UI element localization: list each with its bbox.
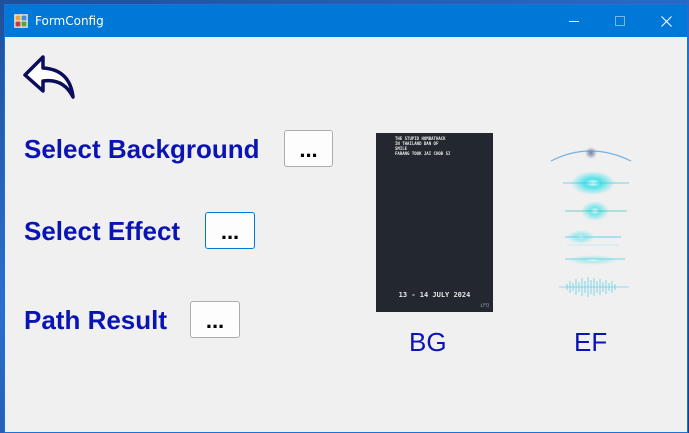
back-arrow-icon <box>23 55 75 99</box>
effect-preview-image <box>550 147 632 297</box>
select-effect-label: Select Effect <box>24 216 181 246</box>
minimize-icon <box>569 21 579 22</box>
maximize-icon <box>615 16 625 26</box>
select-background-label: Select Background <box>24 134 260 164</box>
form-app-icon <box>14 14 28 28</box>
window-title: FormConfig <box>35 14 104 28</box>
select-effect-button[interactable]: ... <box>205 212 255 249</box>
background-preview-text: THE STUPID HOMBATHACK IN THAILAND DAN OF… <box>395 136 451 156</box>
close-icon <box>660 15 672 27</box>
path-result-button[interactable]: ... <box>190 301 240 338</box>
background-preview-logo: iFQ <box>479 303 489 309</box>
background-preview-date: 13 - 14 JULY 2024 <box>398 291 471 299</box>
back-button[interactable] <box>21 53 77 101</box>
bg-caption: BG <box>409 327 447 357</box>
path-result-label: Path Result <box>24 305 168 335</box>
close-button[interactable] <box>643 5 687 37</box>
ef-caption: EF <box>574 327 608 357</box>
title-bar[interactable]: FormConfig <box>5 5 687 37</box>
background-preview-image: THE STUPID HOMBATHACK IN THAILAND DAN OF… <box>376 133 493 312</box>
select-background-button[interactable]: ... <box>284 130 333 167</box>
minimize-button[interactable] <box>551 5 597 37</box>
form-config-window: FormConfig Select Background ... Select … <box>4 4 688 433</box>
maximize-button[interactable] <box>597 5 643 37</box>
